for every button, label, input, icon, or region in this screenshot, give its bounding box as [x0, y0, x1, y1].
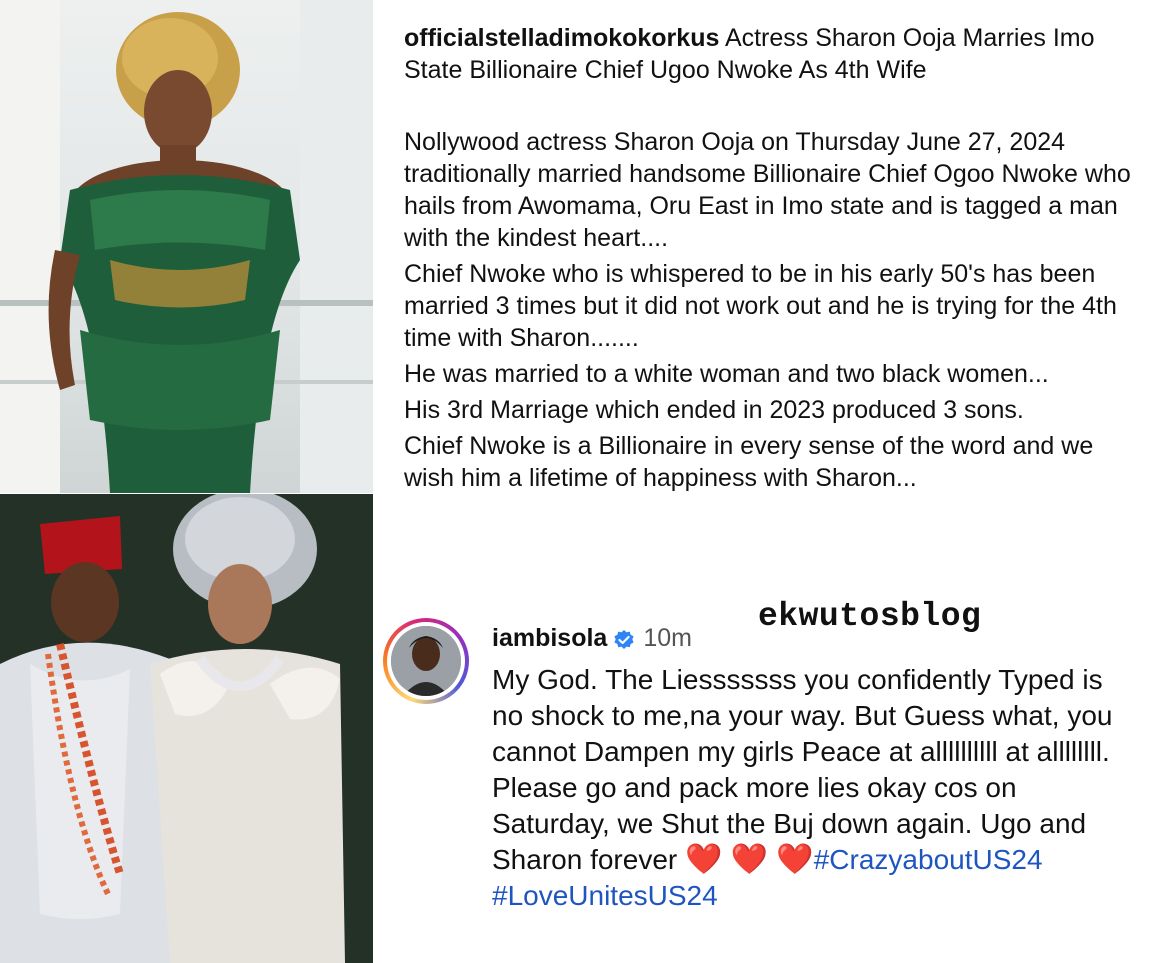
- caption-paragraph: He was married to a white woman and two …: [404, 360, 1049, 388]
- hashtag-link[interactable]: #CrazyaboutUS24: [814, 844, 1043, 875]
- watermark: ekwutosblog: [758, 598, 982, 635]
- avatar: [391, 626, 461, 696]
- comment-username[interactable]: iambisola: [492, 622, 607, 654]
- photo-bride-green-gown: [0, 0, 373, 493]
- caption-paragraph: Nollywood actress Sharon Ooja on Thursda…: [404, 128, 1131, 252]
- story-ring[interactable]: [383, 618, 469, 704]
- caption-paragraph: His 3rd Marriage which ended in 2023 pro…: [404, 396, 1024, 424]
- comment-text: My God. The Liesssssss you confidently T…: [492, 662, 1132, 914]
- comment-header: iambisola 10m: [492, 622, 692, 654]
- caption-paragraph: Chief Nwoke is a Billionaire in every se…: [404, 432, 1094, 492]
- photo-couple-traditional-wedding: [0, 494, 373, 963]
- caption-headline: officialstelladimokokorkus Actress Sharo…: [404, 22, 1134, 86]
- heart-emoji: ❤️ ❤️ ❤️: [685, 843, 814, 876]
- comment-timestamp: 10m: [643, 624, 692, 652]
- verified-badge-icon: [613, 627, 635, 649]
- post-caption: officialstelladimokokorkus Actress Sharo…: [404, 22, 1134, 494]
- caption-paragraph: Chief Nwoke who is whispered to be in hi…: [404, 260, 1117, 352]
- post-username[interactable]: officialstelladimokokorkus: [404, 24, 719, 52]
- hashtag-link[interactable]: #LoveUnitesUS24: [492, 880, 718, 911]
